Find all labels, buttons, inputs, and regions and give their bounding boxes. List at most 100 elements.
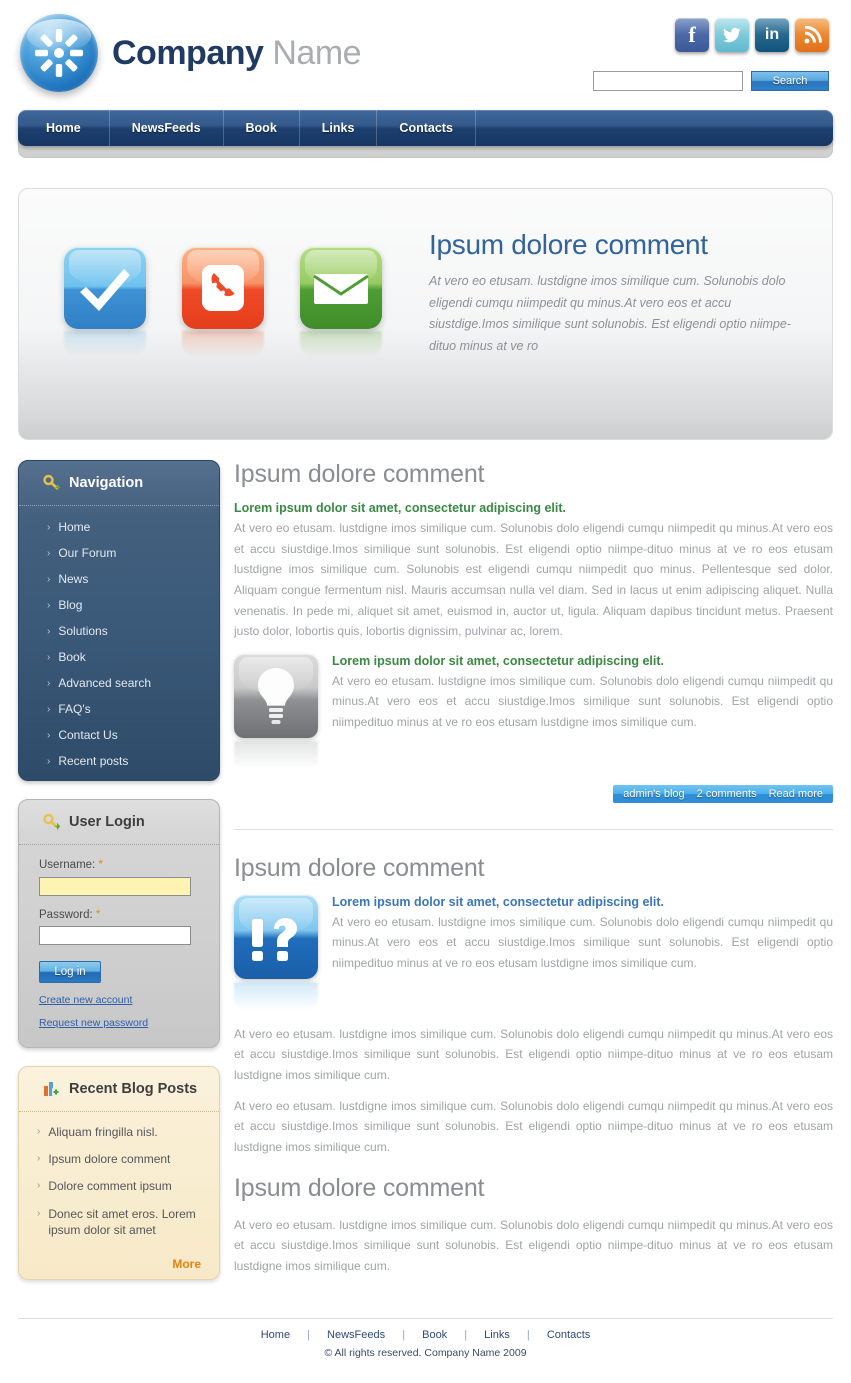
sidebar-item-home[interactable]: › Home	[19, 514, 219, 540]
sidebar-item-contact-us[interactable]: › Contact Us	[19, 722, 219, 748]
envelope-glyph-icon	[313, 274, 369, 304]
chevron-right-icon: ›	[37, 1126, 41, 1137]
sidebar-item-label: Home	[58, 520, 91, 534]
chevron-right-icon: ›	[47, 729, 51, 741]
admins-blog-link[interactable]: admin's blog	[623, 788, 684, 800]
footer-link-book[interactable]: Book	[422, 1329, 447, 1341]
main-content: Ipsum dolore comment Lorem ipsum dolor s…	[234, 460, 833, 1286]
sidebar-item-news[interactable]: › News	[19, 566, 219, 592]
checkmark-icon	[64, 247, 146, 329]
site-title: Company Name	[112, 33, 362, 73]
list-item[interactable]: › Donec sit amet eros. Lorem ipsum dolor …	[37, 1206, 201, 1238]
nav-item-links[interactable]: Links	[300, 110, 378, 146]
faq-exclaim-question-icon	[234, 894, 318, 979]
checkmark-glyph-icon	[80, 269, 130, 311]
phone-icon	[182, 247, 264, 329]
hero-banner: Ipsum dolore comment At vero eo etusam. …	[18, 188, 833, 440]
sidebar-item-advanced-search[interactable]: › Advanced search	[19, 670, 219, 696]
read-more-link[interactable]: Read more	[769, 788, 823, 800]
lightbulb-icon-reflection	[234, 740, 318, 769]
navigation-list: › Home › Our Forum › News › Blog › Solutions …	[19, 506, 219, 780]
sidebar-item-label: Book	[58, 650, 86, 664]
teaser-body: At vero eo etusam. lustdigne imos simili…	[332, 673, 833, 729]
footer-separator: |	[402, 1328, 406, 1341]
article-lead-body: At vero eo etusam. lustdigne imos simili…	[234, 521, 833, 639]
username-label-text: Username:	[39, 859, 96, 871]
request-new-password-link[interactable]: Request new password	[39, 1017, 199, 1029]
sidebar-item-book[interactable]: › Book	[19, 644, 219, 670]
nav-item-book[interactable]: Book	[224, 110, 300, 146]
blog-item-label: Donec sit amet eros. Lorem ipsum dolor s…	[48, 1206, 196, 1237]
hero-text-block: Ipsum dolore comment At vero eo etusam. …	[429, 229, 812, 357]
facebook-icon[interactable]: f	[675, 18, 709, 52]
log-in-button[interactable]: Log in	[39, 961, 101, 983]
bar-chart-icon	[44, 1082, 60, 1096]
footer-link-contacts[interactable]: Contacts	[547, 1329, 590, 1341]
sidebar-item-faqs[interactable]: › FAQ's	[19, 696, 219, 722]
linkedin-icon[interactable]: in	[755, 18, 789, 52]
create-new-account-link[interactable]: Create new account	[39, 994, 199, 1006]
article-second: Ipsum dolore comment Lorem ipsum dolor s…	[234, 854, 833, 1158]
nav-bar: Home NewsFeeds Book Links Contacts	[18, 110, 833, 146]
faq-icon-reflection	[234, 981, 318, 1010]
comments-link[interactable]: 2 comments	[697, 788, 757, 800]
footer-link-links[interactable]: Links	[484, 1329, 510, 1341]
sidebar-item-our-forum[interactable]: › Our Forum	[19, 540, 219, 566]
search-button[interactable]: Search	[751, 71, 829, 91]
teaser-link[interactable]: Lorem ipsum dolor sit amet, consectetur …	[332, 895, 833, 909]
lightbulb-icon	[234, 653, 318, 738]
footer-separator: |	[526, 1328, 530, 1341]
footer-link-home[interactable]: Home	[261, 1329, 290, 1341]
nav-item-home[interactable]: Home	[18, 110, 110, 146]
sidebar-item-label: Advanced search	[58, 676, 152, 690]
sidebar-item-recent-posts[interactable]: › Recent posts	[19, 748, 219, 774]
chevron-right-icon: ›	[47, 547, 51, 559]
hero-icon-group	[64, 247, 382, 329]
password-field[interactable]	[39, 926, 191, 945]
starburst-badge-icon	[20, 14, 98, 92]
required-marker: *	[98, 859, 103, 871]
list-item[interactable]: › Ipsum dolore comment	[37, 1151, 201, 1167]
brand-name-bold: Company	[112, 33, 264, 72]
envelope-icon	[300, 247, 382, 329]
article-teaser: Lorem ipsum dolor sit amet, consectetur …	[234, 894, 833, 1010]
footer-separator: |	[464, 1328, 468, 1341]
sidebar-item-blog[interactable]: › Blog	[19, 592, 219, 618]
username-field[interactable]	[39, 876, 191, 896]
article-third: Ipsum dolore comment At vero eo etusam. …	[234, 1174, 833, 1277]
logo[interactable]: Company Name	[20, 14, 362, 92]
blog-item-label: Dolore comment ipsum	[48, 1179, 172, 1194]
list-item[interactable]: › Dolore comment ipsum	[37, 1178, 201, 1194]
blog-post-list: › Aliquam fringilla nisl. › Ipsum dolore c…	[19, 1112, 219, 1255]
hero-icon-reflections	[64, 331, 382, 357]
chevron-right-icon: ›	[47, 521, 51, 533]
site-footer: Home | NewsFeeds | Book | Links | Contac…	[18, 1317, 833, 1359]
chevron-right-icon: ›	[37, 1153, 41, 1165]
chevron-right-icon: ›	[47, 703, 51, 715]
nav-item-newsfeeds[interactable]: NewsFeeds	[110, 110, 224, 146]
footer-link-newsfeeds[interactable]: NewsFeeds	[327, 1329, 385, 1341]
hero-description: At vero eo etusam. lustdigne imos simili…	[429, 274, 791, 353]
nav-item-contacts[interactable]: Contacts	[377, 110, 476, 146]
teaser-link[interactable]: Lorem ipsum dolor sit amet, consectetur …	[332, 654, 833, 668]
sidebar-item-label: Blog	[58, 598, 83, 612]
chevron-right-icon: ›	[47, 599, 51, 611]
chevron-right-icon: ›	[37, 1207, 41, 1219]
starburst-glyph-icon	[35, 29, 83, 77]
twitter-icon[interactable]	[715, 18, 749, 52]
section-divider	[234, 828, 833, 830]
article-paragraph: At vero eo etusam. lustdigne imos simili…	[234, 1098, 833, 1154]
rss-icon[interactable]	[795, 18, 829, 52]
chevron-right-icon: ›	[47, 677, 51, 689]
sidebar-item-solutions[interactable]: › Solutions	[19, 618, 219, 644]
search-input[interactable]	[593, 71, 743, 91]
sidebar-block-navigation: Navigation › Home › Our Forum › News › Blog …	[18, 460, 220, 781]
article-lead-link[interactable]: Lorem ipsum dolor sit amet, consectetur …	[234, 501, 833, 515]
article-teaser: Lorem ipsum dolor sit amet, consectetur …	[234, 653, 833, 769]
blog-more-link[interactable]: More	[19, 1255, 219, 1279]
main-navigation: Home NewsFeeds Book Links Contacts	[18, 110, 833, 166]
chevron-right-icon: ›	[47, 573, 51, 585]
blog-item-label: Ipsum dolore comment	[48, 1152, 171, 1167]
list-item[interactable]: › Aliquam fringilla nisl.	[37, 1124, 201, 1140]
chevron-right-icon: ›	[37, 1180, 41, 1192]
